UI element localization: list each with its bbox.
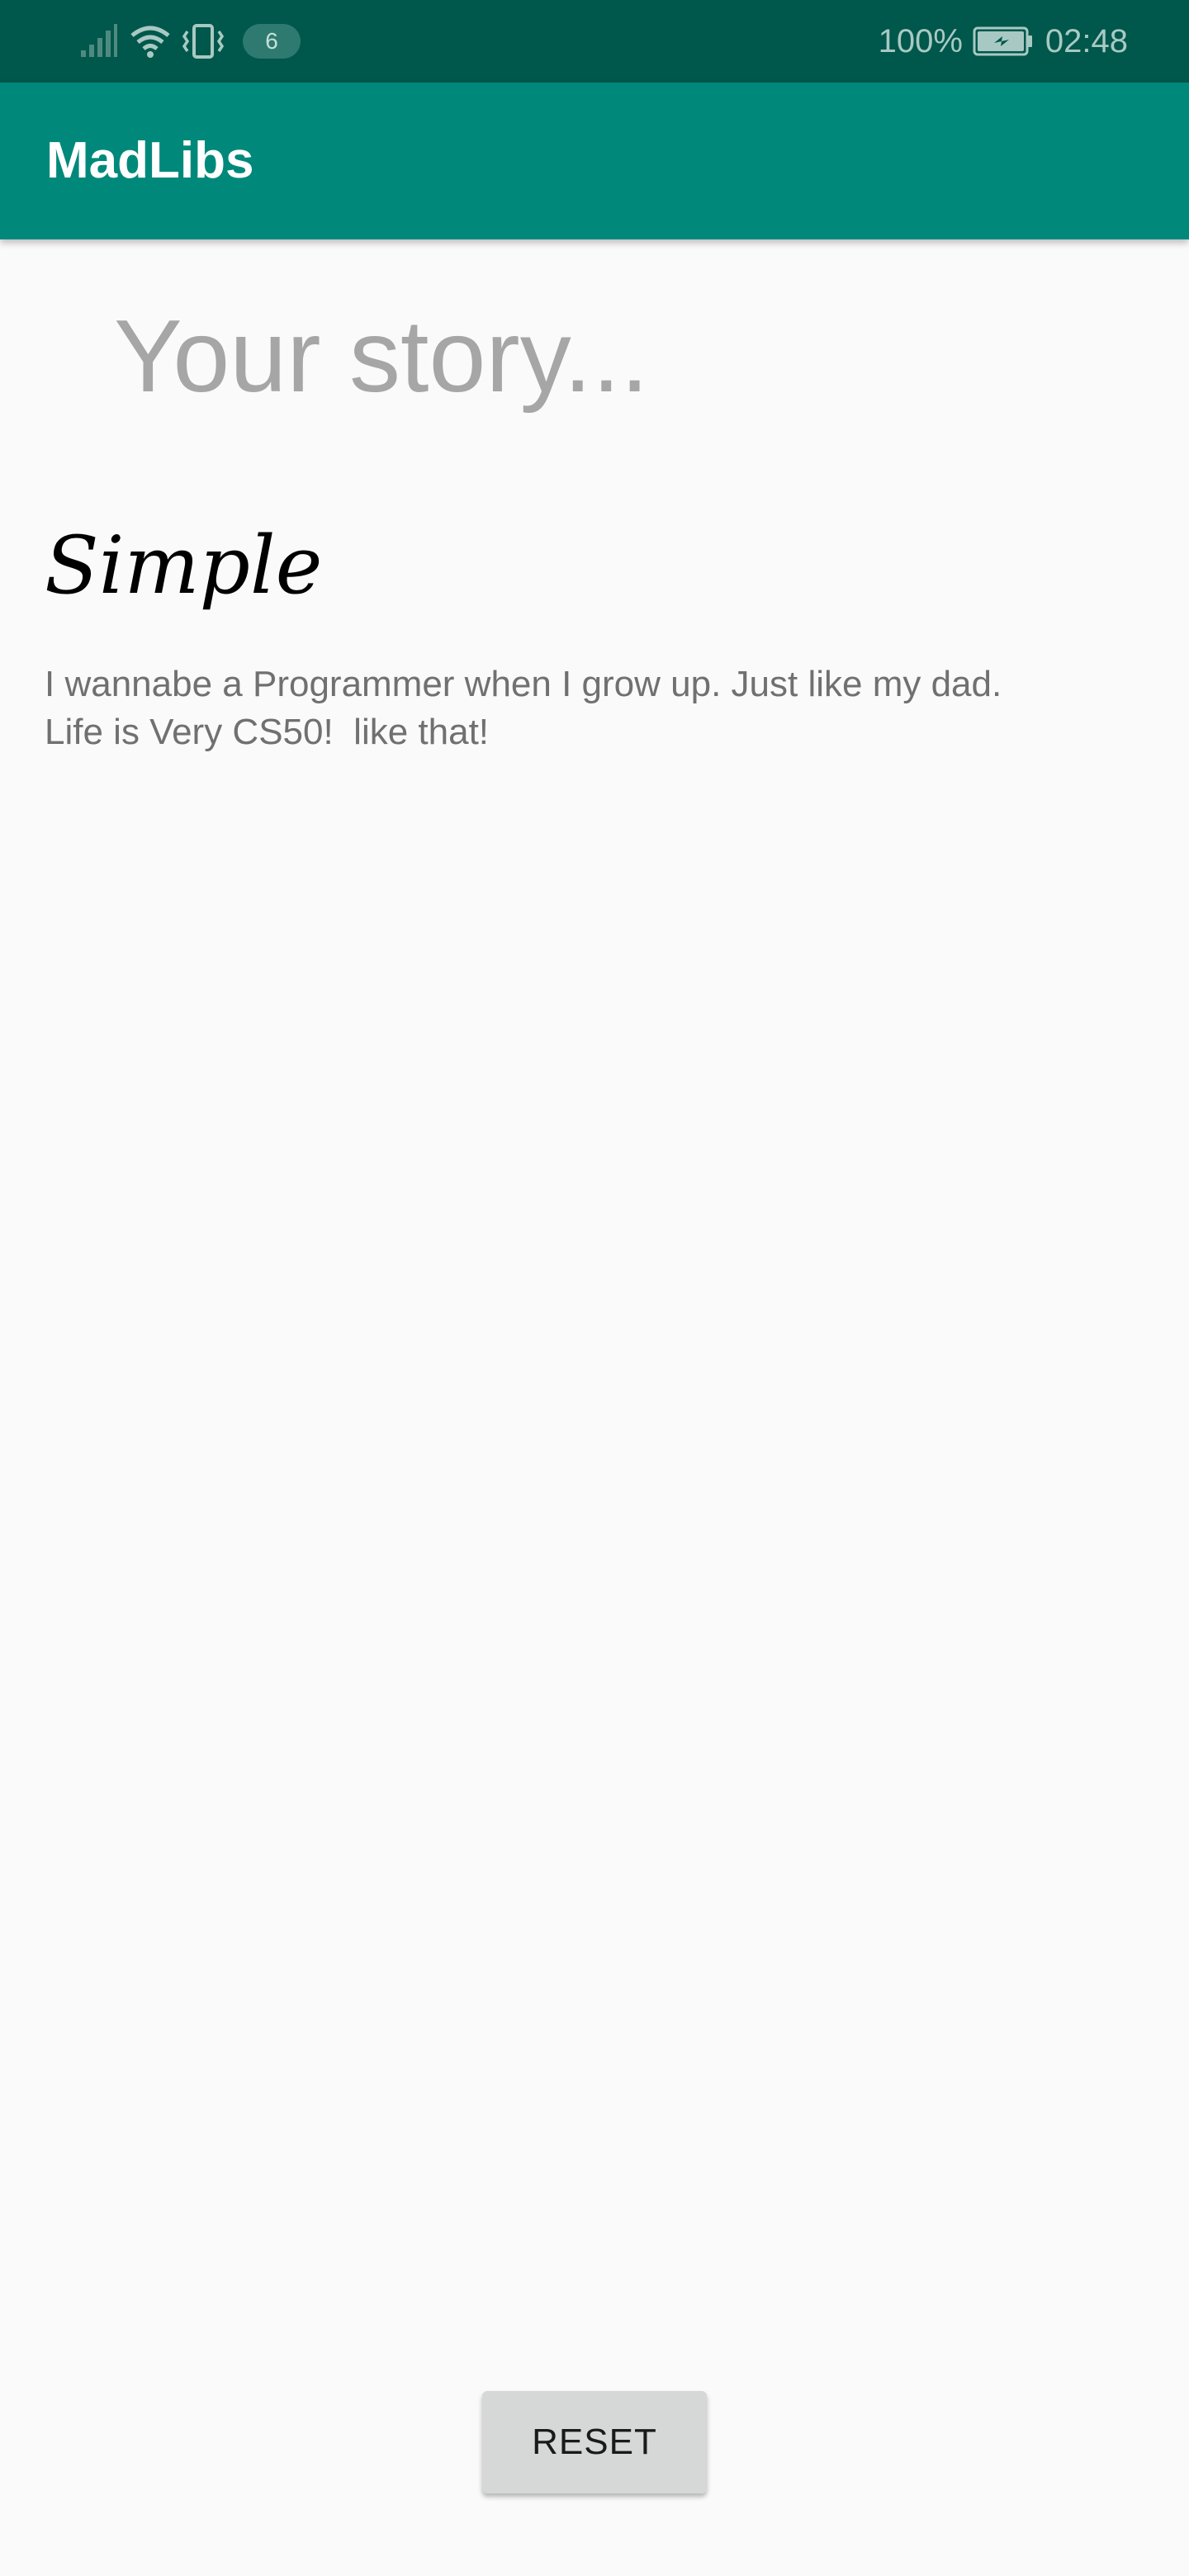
app-bar: MadLibs: [0, 83, 1189, 239]
app-title: MadLibs: [46, 132, 254, 189]
clock: 02:48: [1045, 22, 1128, 59]
status-icons-right: 100% 02:48: [879, 20, 1128, 63]
notification-count-badge: 6: [243, 24, 301, 59]
reset-button[interactable]: RESET: [482, 2391, 707, 2493]
battery-percent: 100%: [878, 22, 963, 59]
story-text-line: I wannabe a Programmer when I grow up. J…: [45, 664, 1002, 704]
status-bar: 6 100% 02:48: [0, 0, 1189, 83]
signal-icon: [79, 24, 117, 59]
story-heading: Your story...: [114, 300, 649, 414]
battery-charging-icon: [973, 26, 1034, 56]
wifi-icon: [129, 24, 172, 59]
status-icons-left: 6: [79, 20, 301, 63]
story-type-label: Simple: [45, 519, 323, 612]
story-text: I wannabe a Programmer when I grow up. J…: [45, 661, 1143, 756]
vibrate-icon: [180, 23, 226, 59]
story-text-line: Life is Very CS50! like that!: [45, 712, 490, 752]
